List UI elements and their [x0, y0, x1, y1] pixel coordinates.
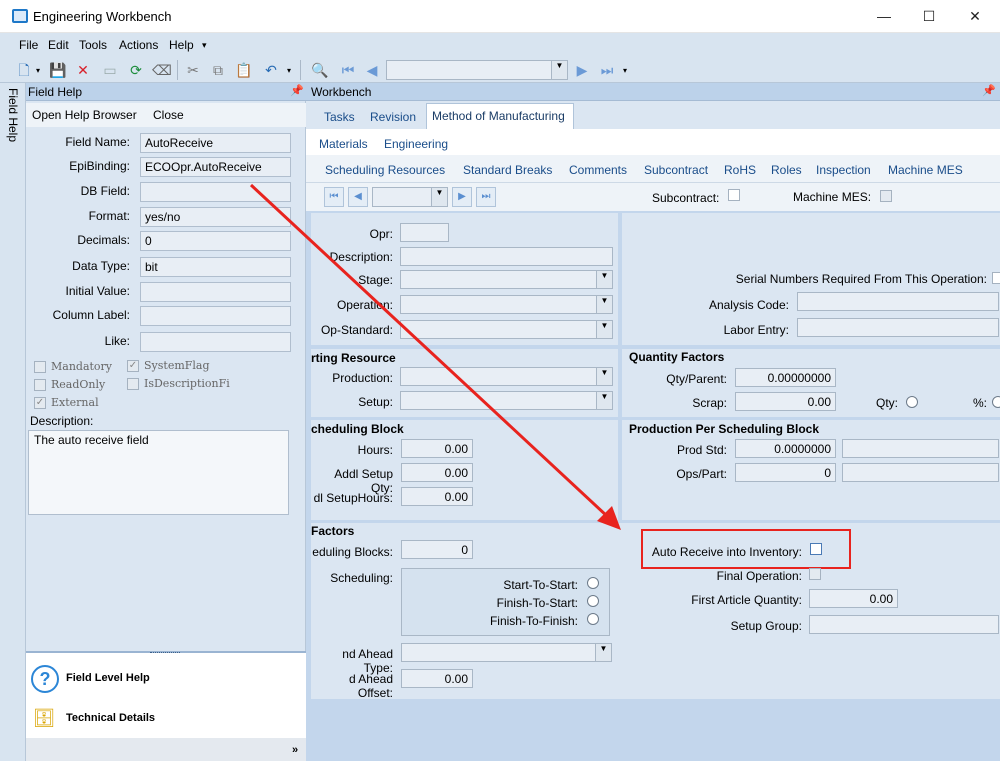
annotation-arrow-icon: [249, 183, 621, 530]
